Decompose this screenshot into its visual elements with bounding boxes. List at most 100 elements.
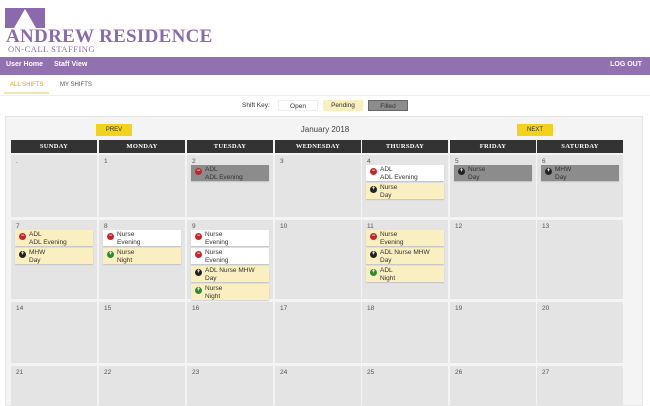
shift-role: Nurse [205, 231, 223, 238]
day-cell[interactable]: 22 [99, 366, 185, 406]
day-cell[interactable]: 23 [187, 366, 273, 406]
day-header-friday: FRIDAY [450, 140, 536, 153]
day-header-thursday: THURSDAY [362, 140, 448, 153]
add-shift-icon[interactable]: + [545, 168, 552, 175]
shift-time: Evening [117, 238, 141, 246]
day-cell[interactable]: 1 [99, 155, 185, 217]
date-number: 24 [280, 369, 288, 376]
top-navbar: User Home Staff View LOG OUT [0, 57, 650, 75]
date-number: 10 [280, 223, 288, 230]
shift-card-open[interactable]: − Nurse Evening [191, 248, 269, 264]
shift-card-open[interactable]: − Nurse Evening [191, 230, 269, 246]
remove-shift-icon[interactable]: − [370, 233, 377, 240]
date-number: 12 [455, 223, 463, 230]
remove-shift-icon[interactable]: − [195, 233, 202, 240]
day-cell[interactable]: 12 [450, 220, 536, 299]
add-shift-icon[interactable]: + [19, 251, 26, 258]
shift-card-pending[interactable]: + Nurse Day [366, 183, 444, 199]
date-number: 19 [455, 305, 463, 312]
shift-role: ADL [380, 166, 393, 173]
shift-time: Day [555, 173, 567, 181]
shift-card-pending[interactable]: + MHW Day [15, 248, 93, 264]
date-number: 11 [367, 223, 374, 230]
day-header-wednesday: WEDNESDAY [275, 140, 361, 153]
day-cell[interactable]: 16 [187, 302, 273, 363]
logout-link[interactable]: LOG OUT [610, 61, 642, 68]
day-cell[interactable]: 10 [275, 220, 361, 299]
date-number: 17 [280, 305, 288, 312]
shift-time: Evening [205, 256, 229, 264]
day-cell[interactable]: 18 [362, 302, 448, 363]
shift-time: ADL Evening [380, 173, 418, 181]
day-cell[interactable]: 26 [450, 366, 536, 406]
add-shift-icon[interactable]: + [195, 269, 202, 276]
date-number: 21 [16, 369, 24, 376]
shift-card-pending[interactable]: + Nurse Night [103, 248, 181, 264]
shift-role: ADL [380, 267, 393, 274]
day-cell[interactable]: 17 [275, 302, 361, 363]
remove-shift-icon[interactable]: − [195, 168, 202, 175]
remove-shift-icon[interactable]: − [370, 168, 377, 175]
shift-card-open[interactable]: − ADL ADL Evening [366, 165, 444, 181]
day-header-sunday: SUNDAY [11, 140, 97, 153]
shift-time: Day [205, 274, 217, 282]
shift-card-pending[interactable]: − ADL ADL Evening [15, 230, 93, 246]
add-shift-icon[interactable]: + [370, 269, 377, 276]
shift-card-filled[interactable]: + Nurse Day [454, 165, 532, 181]
shift-role: ADL Nurse MHW [205, 267, 255, 274]
day-cell[interactable]: 15 [99, 302, 185, 363]
day-cell[interactable]: 24 [275, 366, 361, 406]
day-cell[interactable]: 13 [537, 220, 623, 299]
shift-card-pending[interactable]: + ADL Night [366, 266, 444, 282]
tab-all-shifts[interactable]: ALL SHIFTS [3, 82, 51, 94]
add-shift-icon[interactable]: + [195, 287, 202, 294]
shift-role: MHW [29, 249, 46, 256]
next-button[interactable]: NEXT [517, 124, 553, 136]
day-cell[interactable]: 3 [275, 155, 361, 217]
day-cell[interactable]: 19 [450, 302, 536, 363]
day-cell[interactable]: 21 [11, 366, 97, 406]
shift-time: Night [117, 256, 133, 264]
remove-shift-icon[interactable]: − [107, 233, 114, 240]
add-shift-icon[interactable]: + [107, 251, 114, 258]
day-cell[interactable]: 14 [11, 302, 97, 363]
nav-staff-view[interactable]: Staff View [54, 61, 87, 68]
day-cell[interactable]: . [11, 155, 97, 217]
date-number: 16 [192, 305, 200, 312]
date-number: 5 [455, 158, 459, 165]
nav-user-home[interactable]: User Home [6, 61, 43, 68]
shift-card-pending[interactable]: + Nurse Night [191, 284, 269, 300]
date-number: 13 [542, 223, 550, 230]
shift-card-open[interactable]: − Nurse Evening [103, 230, 181, 246]
day-cell[interactable]: 20 [537, 302, 623, 363]
tab-my-shifts[interactable]: MY SHIFTS [60, 82, 92, 88]
shift-card-filled[interactable]: − ADL ADL Evening [191, 165, 269, 181]
remove-shift-icon[interactable]: − [195, 251, 202, 258]
shift-time: Night [380, 274, 396, 282]
day-cell[interactable]: 27 [537, 366, 623, 406]
date-number: . [16, 158, 18, 165]
shift-card-pending[interactable]: − Nurse Evening [366, 230, 444, 246]
day-header-tuesday: TUESDAY [187, 140, 273, 153]
shift-time: Evening [205, 238, 229, 246]
shift-card-filled[interactable]: + MHW Day [541, 165, 619, 181]
day-cell[interactable]: 25 [362, 366, 448, 406]
date-number: 4 [367, 158, 371, 165]
date-number: 3 [280, 158, 284, 165]
shift-role: ADL [29, 231, 42, 238]
shift-time: ADL Evening [29, 238, 67, 246]
add-shift-icon[interactable]: + [458, 168, 465, 175]
shift-card-pending[interactable]: + ADL Nurse MHW Day [191, 266, 269, 282]
remove-shift-icon[interactable]: − [19, 233, 26, 240]
day-header-saturday: SATURDAY [537, 140, 623, 153]
shift-time: Evening [380, 238, 404, 246]
add-shift-icon[interactable]: + [370, 251, 377, 258]
logo-triangle-icon [5, 8, 45, 28]
key-open: Open [278, 100, 318, 111]
shift-role: MHW [555, 166, 572, 173]
app-header: ANDREW RESIDENCE ON-CALL STAFFING [0, 0, 650, 57]
shift-role: Nurse [380, 184, 398, 191]
shift-card-pending[interactable]: + ADL Nurse MHW Day [366, 248, 444, 264]
shift-role: Nurse [205, 249, 223, 256]
add-shift-icon[interactable]: + [370, 186, 377, 193]
